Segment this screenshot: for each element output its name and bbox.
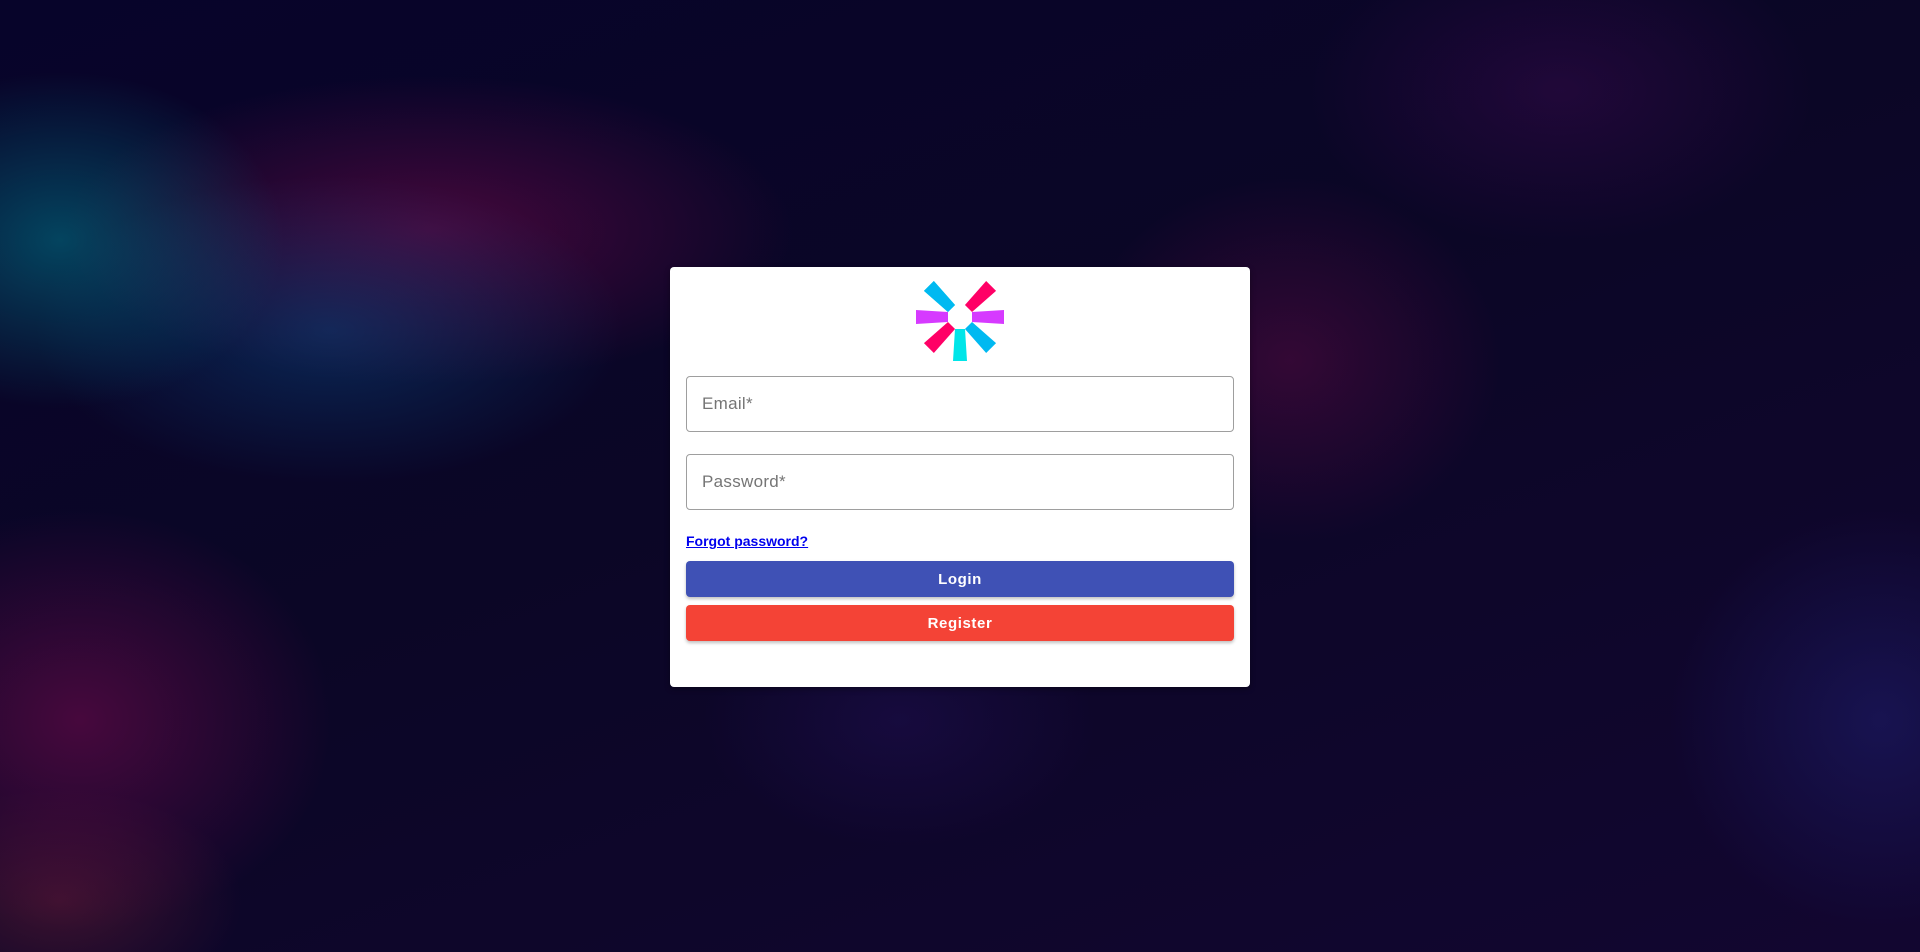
password-field[interactable]: [686, 454, 1234, 510]
forgot-password-link[interactable]: Forgot password?: [686, 533, 808, 549]
login-card: Forgot password? Login Register: [670, 267, 1250, 687]
password-input[interactable]: [687, 455, 1233, 509]
email-field[interactable]: [686, 376, 1234, 432]
email-input[interactable]: [687, 377, 1233, 431]
login-button[interactable]: Login: [686, 561, 1234, 597]
register-button[interactable]: Register: [686, 605, 1234, 641]
jwt-logo-icon: [916, 280, 1004, 361]
